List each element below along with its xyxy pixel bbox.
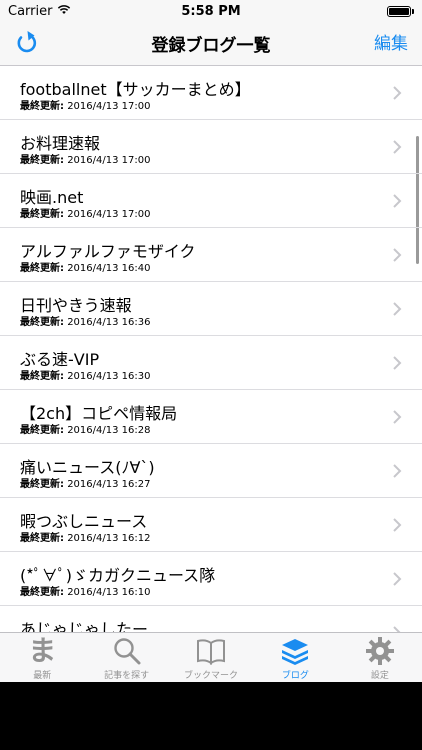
last-updated: 最終更新: 2016/4/13 16:30 [20, 367, 150, 382]
last-updated-label: 最終更新: [20, 209, 64, 220]
blog-list-row[interactable]: 【2ch】コピペ情報局 最終更新: 2016/4/13 16:28 [0, 390, 422, 444]
blog-list: footballnet【サッカーまとめ】 最終更新: 2016/4/13 17:0… [0, 66, 422, 632]
tab-label: 記事を探す [104, 671, 150, 681]
tab-search[interactable]: 記事を探す [84, 633, 168, 682]
carrier-label: Carrier [8, 3, 53, 19]
last-updated-label: 最終更新: [20, 533, 64, 544]
last-updated: 最終更新: 2016/4/13 16:27 [20, 475, 150, 490]
chevron-right-icon [392, 85, 402, 100]
last-updated-value: 2016/4/13 16:30 [67, 371, 151, 382]
chevron-right-icon [392, 571, 402, 586]
blog-list-row[interactable]: ぶる速-VIP 最終更新: 2016/4/13 16:30 [0, 336, 422, 390]
gear-icon [364, 636, 396, 666]
last-updated-value: 2016/4/13 16:27 [67, 479, 151, 490]
refresh-button[interactable] [12, 29, 42, 59]
chevron-right-icon [392, 517, 402, 532]
navigation-bar: 登録ブログ一覧 編集 [0, 22, 422, 66]
blog-title: あじゃじゃしたー [20, 620, 149, 632]
chevron-right-icon [392, 193, 402, 208]
tab-stack[interactable]: ブログ [253, 633, 337, 682]
last-updated-label: 最終更新: [20, 479, 64, 490]
blog-list-row[interactable]: あじゃじゃしたー [0, 606, 422, 632]
chevron-right-icon [392, 139, 402, 154]
tab-bar: ま最新 記事を探す ブックマーク ブログ 設定 [0, 632, 422, 682]
chevron-right-icon [392, 409, 402, 424]
last-updated: 最終更新: 2016/4/13 17:00 [20, 97, 150, 112]
last-updated-label: 最終更新: [20, 155, 64, 166]
tab-ma-glyph[interactable]: ま最新 [0, 633, 84, 682]
last-updated-value: 2016/4/13 17:00 [67, 209, 151, 220]
search-icon [111, 636, 143, 666]
last-updated-label: 最終更新: [20, 587, 64, 598]
chevron-right-icon [392, 463, 402, 478]
last-updated-label: 最終更新: [20, 317, 64, 328]
last-updated: 最終更新: 2016/4/13 16:12 [20, 529, 150, 544]
tab-book[interactable]: ブックマーク [169, 633, 253, 682]
last-updated-value: 2016/4/13 16:12 [67, 533, 151, 544]
blog-list-row[interactable]: 暇つぶしニュース 最終更新: 2016/4/13 16:12 [0, 498, 422, 552]
page-title: 登録ブログ一覧 [151, 36, 271, 56]
stack-icon [279, 636, 311, 666]
tab-gear[interactable]: 設定 [338, 633, 422, 682]
ma-glyph-icon: ま [26, 636, 58, 666]
book-icon [195, 636, 227, 666]
app-screen: Carrier 5:58 PM 登録ブログ一覧 編集 footballnet【サ… [0, 0, 422, 682]
last-updated: 最終更新: 2016/4/13 16:40 [20, 259, 150, 274]
last-updated: 最終更新: 2016/4/13 16:10 [20, 583, 150, 598]
blog-list-row[interactable]: 日刊やきう速報 最終更新: 2016/4/13 16:36 [0, 282, 422, 336]
tab-label: 設定 [370, 671, 389, 681]
chevron-right-icon [392, 247, 402, 262]
last-updated: 最終更新: 2016/4/13 17:00 [20, 205, 150, 220]
blog-list-row[interactable]: (*ﾟ∀ﾟ)ゞカガクニュース隊 最終更新: 2016/4/13 16:10 [0, 552, 422, 606]
tab-label: ブログ [281, 671, 309, 681]
tab-label: 最新 [33, 671, 52, 681]
last-updated-value: 2016/4/13 17:00 [67, 155, 151, 166]
edit-button[interactable]: 編集 [374, 22, 408, 66]
last-updated-value: 2016/4/13 16:10 [67, 587, 151, 598]
last-updated-value: 2016/4/13 16:36 [67, 317, 151, 328]
refresh-icon [16, 30, 38, 58]
blog-list-row[interactable]: アルファルファモザイク 最終更新: 2016/4/13 16:40 [0, 228, 422, 282]
last-updated-value: 2016/4/13 16:28 [67, 425, 151, 436]
ma-glyph-text: ま [28, 634, 57, 667]
last-updated-label: 最終更新: [20, 425, 64, 436]
blog-list-row[interactable]: お料理速報 最終更新: 2016/4/13 17:00 [0, 120, 422, 174]
battery-icon [387, 5, 414, 17]
last-updated: 最終更新: 2016/4/13 16:36 [20, 313, 150, 328]
last-updated-label: 最終更新: [20, 101, 64, 112]
last-updated: 最終更新: 2016/4/13 17:00 [20, 151, 150, 166]
last-updated-label: 最終更新: [20, 263, 64, 274]
chevron-right-icon [392, 625, 402, 632]
last-updated-value: 2016/4/13 17:00 [67, 101, 151, 112]
chevron-right-icon [392, 301, 402, 316]
wifi-icon [57, 4, 71, 19]
tab-label: ブックマーク [184, 671, 239, 681]
status-bar: Carrier 5:58 PM [0, 0, 422, 22]
blog-list-row[interactable]: 映画.net 最終更新: 2016/4/13 17:00 [0, 174, 422, 228]
last-updated-value: 2016/4/13 16:40 [67, 263, 151, 274]
last-updated: 最終更新: 2016/4/13 16:28 [20, 421, 150, 436]
blog-list-row[interactable]: 痛いニュース(ﾉ∀`) 最終更新: 2016/4/13 16:27 [0, 444, 422, 498]
chevron-right-icon [392, 355, 402, 370]
last-updated-label: 最終更新: [20, 371, 64, 382]
blog-list-row[interactable]: footballnet【サッカーまとめ】 最終更新: 2016/4/13 17:0… [0, 66, 422, 120]
